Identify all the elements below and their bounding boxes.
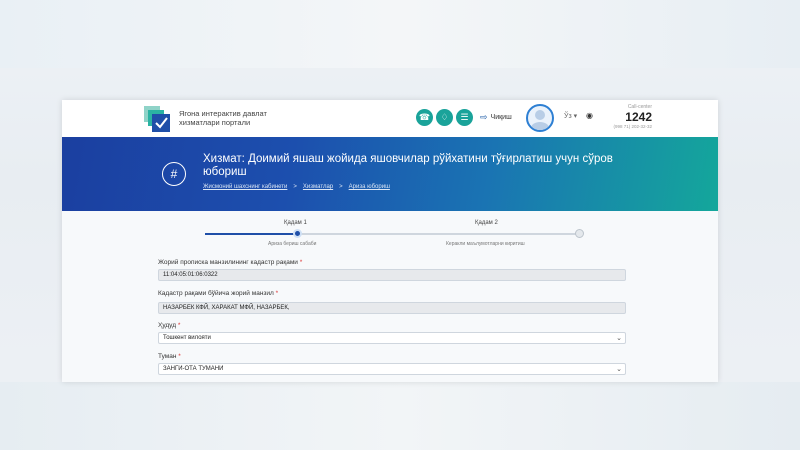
service-icon: # [162,162,186,186]
region-label: Ҳудуд * [158,322,181,329]
region-value: Тошкент вилояти [163,335,211,341]
breadcrumb-cabinet[interactable]: Жисмоний шахснинг кабинети [203,184,287,190]
language-label: Ўз [564,113,572,120]
current-address-label: Кадастр рақами бўйича жорий манзил * [158,290,279,297]
call-center-number[interactable]: 1242 [612,110,652,124]
cadastre-number-field: 11:04:05:01:06:0322 [158,269,626,281]
stage-1-dot[interactable] [293,229,302,238]
language-selector[interactable]: Ўз ▾ [564,112,577,120]
breadcrumb-services[interactable]: Хизматлар [303,184,333,190]
breadcrumb-separator: > [293,184,297,190]
breadcrumb-separator: > [339,184,343,190]
district-value: ЗАНГИ-ОТА ТУМАНИ [163,366,224,372]
stage-2-dot[interactable] [575,229,584,238]
district-label: Туман * [158,353,181,360]
cadastre-number-label: Жорий прописка манзилининг кадастр рақам… [158,259,303,266]
user-avatar[interactable] [526,104,554,132]
background-bottom [0,382,800,450]
chevron-down-icon: ⌄ [616,335,622,342]
browser-window: Ягона интерактив давлат хизматлари порта… [62,100,718,382]
breadcrumb-current[interactable]: Ариза юбориш [349,184,390,190]
application-form: Қадам 1 Қадам 2 Ариза бериш сабаби Керак… [62,211,718,382]
background-top [0,0,800,68]
call-center-phone: (998 71) 202-32-32 [613,124,652,129]
menu-icon[interactable]: ☰ [456,109,473,126]
stage-1-label: Қадам 1 [284,220,307,226]
portal-logo-icon[interactable] [144,106,170,132]
stage-1-subtitle: Ариза бериш сабаби [268,241,317,247]
progress-track [205,233,577,235]
site-header: Ягона интерактив давлат хизматлари порта… [62,100,718,137]
user-icon [531,110,549,130]
stage-2-label: Қадам 2 [475,220,498,226]
bell-icon[interactable]: ♢ [436,109,453,126]
logout-icon: ⇨ [480,112,488,122]
region-select[interactable]: Тошкент вилояти ⌄ [158,332,626,344]
exit-label: Чиқиш [490,114,512,121]
progress-fill [205,233,298,235]
breadcrumb: Жисмоний шахснинг кабинети > Хизматлар >… [203,184,390,190]
service-banner: # Хизмат: Доимий яшаш жойида яшовчилар р… [62,137,718,211]
eye-icon[interactable]: ◉ [586,111,593,120]
chevron-down-icon: ⌄ [616,366,622,373]
stage-2-subtitle: Керакли маълумотларни киритиш [446,241,525,247]
district-select[interactable]: ЗАНГИ-ОТА ТУМАНИ ⌄ [158,363,626,375]
page-title: Хизмат: Доимий яшаш жойида яшовчилар рўй… [203,153,613,178]
current-address-field: НАЗАРБЕК КФЙ, ХАРАКАТ МФЙ, НАЗАРБЕК, [158,302,626,314]
phone-icon[interactable]: ☎ [416,109,433,126]
portal-name: Ягона интерактив давлат хизматлари порта… [179,109,267,127]
exit-button[interactable]: ⇨ Чиқиш [480,112,512,123]
